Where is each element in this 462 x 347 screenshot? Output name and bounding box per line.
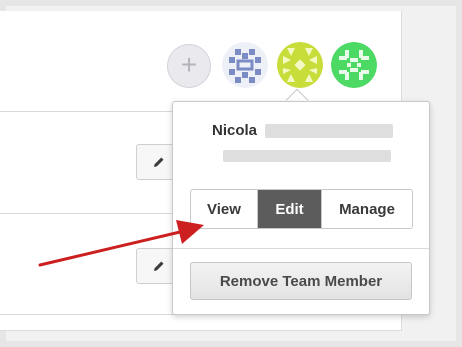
role-selector: View Edit Manage [190,189,413,229]
member-name: Nicola [212,122,258,139]
role-manage-button[interactable]: Manage [321,190,412,228]
pencil-icon [154,157,164,167]
edit-row-button[interactable] [136,144,176,180]
add-member-button[interactable]: + [167,44,211,88]
role-view-button[interactable]: View [191,190,258,228]
member-popover: Nicola View Edit Manage Remove Team Memb… [172,101,430,315]
redacted-name [265,124,393,138]
identicon-green-avatar[interactable] [331,42,377,88]
pencil-icon [154,261,164,271]
identicon-yellow-avatar[interactable] [277,42,323,88]
identicon-blue-avatar[interactable] [222,42,268,88]
plus-icon: + [180,49,198,80]
redacted-email [223,150,391,162]
remove-member-button[interactable]: Remove Team Member [190,262,412,300]
edit-row-button[interactable] [136,248,176,284]
popover-divider [173,248,429,249]
role-edit-button[interactable]: Edit [258,190,321,228]
